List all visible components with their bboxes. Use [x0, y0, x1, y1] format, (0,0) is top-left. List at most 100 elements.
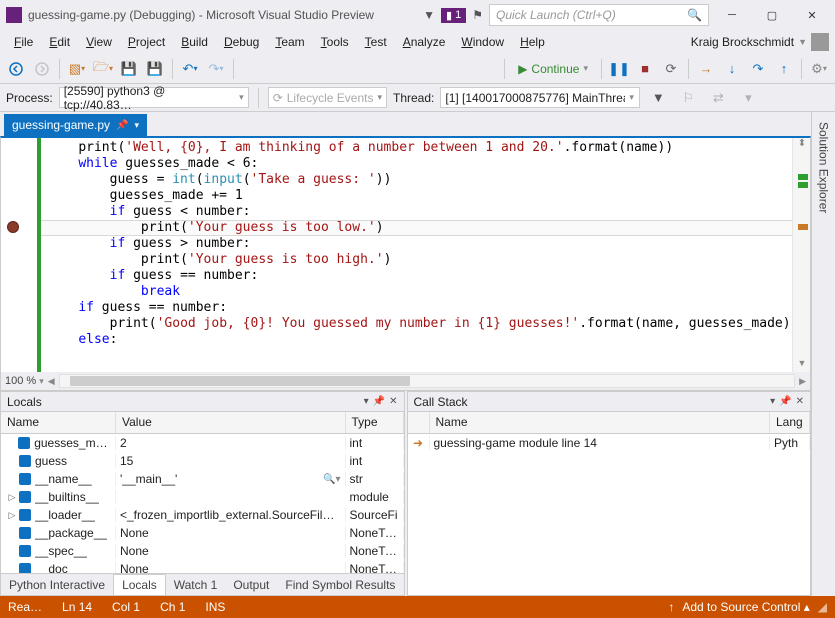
save-all-button[interactable]: 💾 [143, 57, 167, 81]
user-account[interactable]: Kraig Brockschmidt▼ [691, 33, 829, 51]
title-bar: guessing-game.py (Debugging) - Microsoft… [0, 0, 835, 30]
horizontal-scrollbar[interactable] [59, 374, 795, 388]
new-project-button[interactable]: ▧▾ [65, 57, 89, 81]
locals-row[interactable]: ▷__loader__<_frozen_importlib_external.S… [1, 506, 404, 524]
menu-team[interactable]: Team [267, 32, 312, 52]
scroll-down-icon[interactable]: ▼ [794, 358, 810, 372]
solution-explorer-tab[interactable]: Solution Explorer [815, 116, 833, 219]
bottom-tab[interactable]: Locals [113, 574, 166, 595]
menu-tools[interactable]: Tools [313, 32, 357, 52]
callstack-panel: Call Stack ▾ 📌 ✕ Name Lang ➜guessing-gam… [407, 391, 812, 596]
thread-more-button[interactable]: ▾ [736, 86, 760, 110]
menu-build[interactable]: Build [173, 32, 216, 52]
panel-dropdown-icon[interactable]: ▾ [364, 396, 369, 407]
step-over-button[interactable]: ↷ [746, 57, 770, 81]
thread-filter-button[interactable]: ▼ [646, 86, 670, 110]
process-combo[interactable]: [25590] python3 @ tcp://40.83…▾ [59, 87, 249, 108]
status-ins: INS [205, 600, 225, 614]
feedback-flag-icon[interactable]: ⚑ [472, 8, 483, 22]
locals-grid[interactable]: guesses_made2intguess15int__name__'__mai… [1, 434, 404, 573]
nav-fwd-button[interactable] [30, 57, 54, 81]
pin-icon[interactable]: 📌 [116, 120, 128, 131]
maximize-button[interactable]: ▢ [755, 2, 789, 28]
save-button[interactable]: 💾 [117, 57, 141, 81]
feedback-icon[interactable]: ▼ [423, 8, 435, 22]
bottom-tab[interactable]: Python Interactive [1, 575, 113, 595]
thread-swap-button[interactable]: ⇄ [706, 86, 730, 110]
restart-button[interactable]: ⟳ [659, 57, 683, 81]
continue-button[interactable]: ▶ Continue▾ [510, 60, 596, 78]
callstack-grid[interactable]: ➜guessing-game module line 14Pyth [408, 434, 811, 595]
vertical-scrollbar[interactable]: ⬍ ▼ [792, 138, 810, 372]
bottom-tab[interactable]: Output [225, 575, 277, 595]
work-area: guessing-game.py 📌 ▾ print('Well, {0}, I… [0, 112, 835, 596]
locals-row[interactable]: ▷__builtins__module [1, 488, 404, 506]
menu-window[interactable]: Window [453, 32, 512, 52]
close-button[interactable]: ✕ [795, 2, 829, 28]
thread-combo[interactable]: [1] [140017000875776] MainThread▾ [440, 87, 640, 108]
panel-close-icon[interactable]: ✕ [389, 396, 397, 407]
show-next-button[interactable]: → [694, 57, 718, 81]
file-tab[interactable]: guessing-game.py 📌 ▾ [4, 114, 147, 136]
locals-panel: Locals ▾ 📌 ✕ Name Value Type guesses_mad… [0, 391, 405, 596]
locals-row[interactable]: __name__'__main__'🔍▾str [1, 470, 404, 488]
locals-row[interactable]: guesses_made2int [1, 434, 404, 452]
editor-gutter[interactable] [1, 138, 41, 372]
status-resize-icon[interactable]: ◢ [818, 600, 827, 614]
locals-row[interactable]: guess15int [1, 452, 404, 470]
panel-pin-icon[interactable]: 📌 [779, 396, 791, 407]
pause-button[interactable]: ❚❚ [607, 57, 631, 81]
breakpoint-icon[interactable] [7, 221, 19, 233]
quick-launch-input[interactable]: Quick Launch (Ctrl+Q) 🔍 [489, 4, 709, 26]
visualizer-icon[interactable]: 🔍▾ [323, 474, 340, 485]
undo-button[interactable]: ↶▾ [178, 57, 202, 81]
minimize-button[interactable]: ─ [715, 2, 749, 28]
menu-debug[interactable]: Debug [216, 32, 267, 52]
scroll-left-icon[interactable]: ◀ [48, 376, 55, 387]
lifecycle-combo[interactable]: ⟳Lifecycle Events▾ [268, 87, 387, 108]
scroll-right-icon[interactable]: ▶ [799, 376, 806, 387]
locals-row[interactable]: __doc__NoneNoneType [1, 560, 404, 573]
panel-close-icon[interactable]: ✕ [796, 396, 804, 407]
locals-title: Locals [7, 395, 42, 409]
split-icon[interactable]: ⬍ [794, 138, 810, 148]
bottom-tab[interactable]: Watch 1 [166, 575, 226, 595]
menu-test[interactable]: Test [357, 32, 395, 52]
stop-button[interactable]: ■ [633, 57, 657, 81]
play-icon: ▶ [518, 62, 527, 76]
nav-back-button[interactable] [4, 57, 28, 81]
thread-label: Thread: [393, 91, 434, 105]
window-title: guessing-game.py (Debugging) - Microsoft… [28, 8, 374, 22]
menu-bar: FileEditViewProjectBuildDebugTeamToolsTe… [0, 30, 835, 54]
publish-icon[interactable]: ↑ [668, 600, 674, 614]
bottom-tab[interactable]: Find Symbol Results [277, 575, 403, 595]
notification-badge[interactable]: ▮1 [441, 8, 466, 23]
step-out-button[interactable]: ↑ [772, 57, 796, 81]
redo-button[interactable]: ↷▾ [204, 57, 228, 81]
editor-footer: 100 % ▾ ◀ ▶ [1, 372, 810, 390]
menu-analyze[interactable]: Analyze [395, 32, 454, 52]
callstack-row[interactable]: ➜guessing-game module line 14Pyth [408, 434, 811, 452]
step-into-button[interactable]: ↓ [720, 57, 744, 81]
open-file-button[interactable]: 🗁▾ [91, 57, 115, 81]
code-editor[interactable]: print('Well, {0}, I am thinking of a num… [1, 138, 810, 372]
menu-project[interactable]: Project [120, 32, 173, 52]
debug-settings-button[interactable]: ⚙▾ [807, 57, 831, 81]
zoom-combo[interactable]: 100 % ▾ [5, 375, 44, 387]
thread-flag-button[interactable]: ⚐ [676, 86, 700, 110]
menu-view[interactable]: View [78, 32, 120, 52]
locals-row[interactable]: __package__NoneNoneType [1, 524, 404, 542]
tab-dropdown-icon[interactable]: ▾ [135, 120, 140, 131]
document-tab-strip: guessing-game.py 📌 ▾ [0, 112, 811, 136]
right-sidepanel: Solution Explorer [811, 112, 835, 596]
panel-pin-icon[interactable]: 📌 [373, 396, 385, 407]
debug-location-toolbar: Process: [25590] python3 @ tcp://40.83…▾… [0, 84, 835, 112]
menu-file[interactable]: File [6, 32, 41, 52]
callstack-header[interactable]: Name Lang [408, 412, 811, 434]
source-control-button[interactable]: Add to Source Control ▴ [682, 600, 809, 614]
locals-row[interactable]: __spec__NoneNoneType [1, 542, 404, 560]
panel-dropdown-icon[interactable]: ▾ [770, 396, 775, 407]
menu-edit[interactable]: Edit [41, 32, 78, 52]
menu-help[interactable]: Help [512, 32, 553, 52]
locals-header[interactable]: Name Value Type [1, 412, 404, 434]
